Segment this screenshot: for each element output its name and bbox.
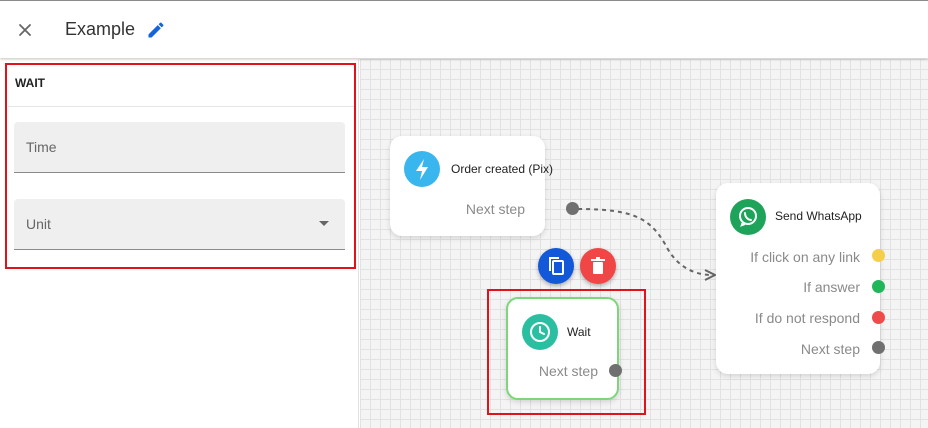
node-order-created[interactable]: Order created (Pix) Next step (390, 136, 553, 236)
node-send-whatsapp[interactable]: Send WhatsApp If click on any link If an… (716, 183, 880, 374)
flow-title: Example (65, 19, 136, 39)
selection-highlight (487, 289, 646, 415)
node-title: Send WhatsApp (775, 209, 862, 223)
node-output-label: Next step (465, 201, 525, 217)
output-label-no-response: If do not respond (754, 310, 860, 326)
output-port-yellow[interactable] (872, 249, 885, 262)
time-field[interactable]: Time (14, 122, 345, 173)
output-label-next-step: Next step (800, 341, 860, 357)
unit-select-label: Unit (26, 216, 51, 232)
output-port-gray[interactable] (872, 341, 885, 354)
copy-icon (549, 257, 564, 275)
trash-icon (591, 257, 605, 274)
output-label-answer: If answer (803, 279, 860, 295)
output-port-green[interactable] (872, 280, 885, 293)
duplicate-button[interactable] (538, 248, 574, 284)
pencil-icon[interactable] (146, 20, 166, 40)
flow-canvas[interactable]: Order created (Pix) Next step Wait Next … (360, 59, 928, 428)
close-icon[interactable] (14, 19, 36, 41)
top-bar: Example (0, 0, 928, 58)
output-port[interactable] (566, 202, 579, 215)
panel-divider (8, 106, 354, 107)
output-port-red[interactable] (872, 311, 885, 324)
panel-title: WAIT (15, 76, 45, 90)
dropdown-arrow-icon (319, 221, 329, 226)
time-field-label: Time (26, 139, 57, 155)
output-label-click-link: If click on any link (750, 249, 860, 265)
properties-panel: WAIT Time Unit (0, 59, 359, 428)
lightning-icon (404, 151, 440, 187)
node-title: Order created (Pix) (451, 162, 554, 176)
whatsapp-icon (730, 199, 766, 235)
delete-button[interactable] (580, 248, 616, 284)
unit-select[interactable]: Unit (14, 199, 345, 250)
